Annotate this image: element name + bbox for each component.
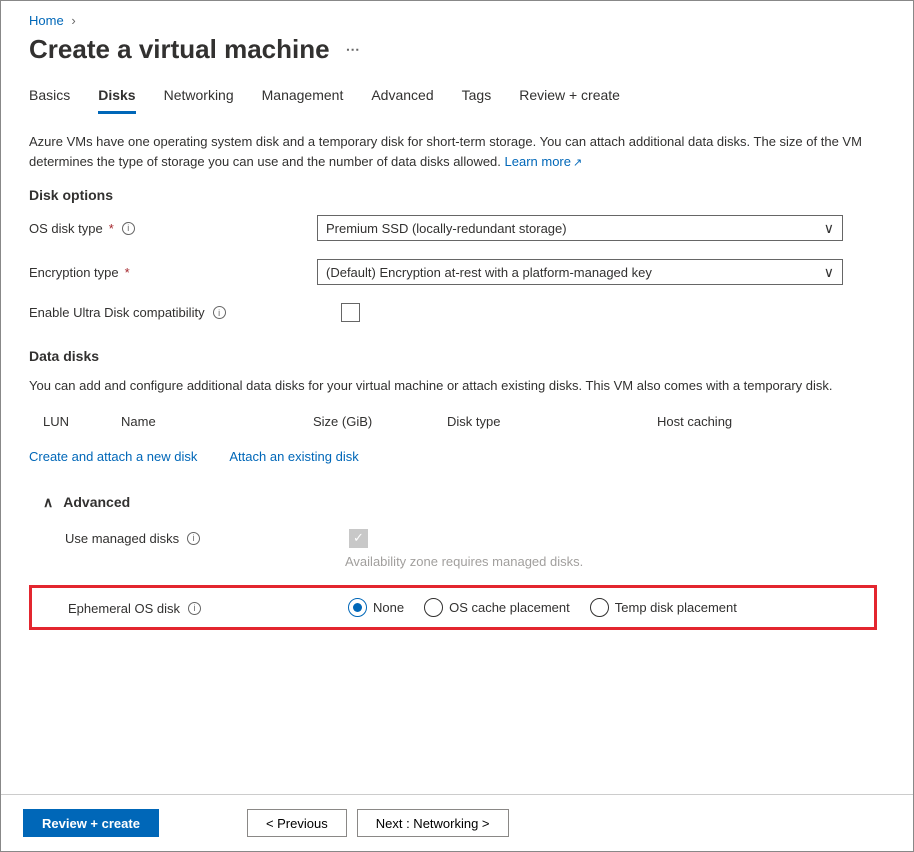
ephemeral-radio-temp[interactable]: Temp disk placement — [590, 598, 737, 617]
col-name: Name — [121, 414, 313, 429]
tab-tags[interactable]: Tags — [462, 83, 492, 114]
create-disk-link[interactable]: Create and attach a new disk — [29, 449, 197, 464]
tab-basics[interactable]: Basics — [29, 83, 70, 114]
ultra-disk-row: Enable Ultra Disk compatibility i — [29, 303, 885, 322]
page-title-text: Create a virtual machine — [29, 34, 330, 65]
ephemeral-radio-group: None OS cache placement Temp disk placem… — [348, 598, 737, 617]
tab-review[interactable]: Review + create — [519, 83, 620, 114]
tab-networking[interactable]: Networking — [164, 83, 234, 114]
advanced-heading-text: Advanced — [63, 494, 130, 510]
previous-button[interactable]: < Previous — [247, 809, 347, 837]
col-size: Size (GiB) — [313, 414, 447, 429]
next-button[interactable]: Next : Networking > — [357, 809, 509, 837]
tab-advanced[interactable]: Advanced — [371, 83, 433, 114]
encryption-type-select[interactable]: (Default) Encryption at-rest with a plat… — [317, 259, 843, 285]
attach-disk-link[interactable]: Attach an existing disk — [229, 449, 358, 464]
radio-icon — [348, 598, 367, 617]
radio-icon — [424, 598, 443, 617]
info-icon[interactable]: i — [187, 532, 200, 545]
learn-more-link[interactable]: Learn more↗ — [505, 154, 583, 169]
chevron-down-icon: ∨ — [824, 220, 834, 237]
breadcrumb-home[interactable]: Home — [29, 13, 64, 28]
chevron-up-icon: ∧ — [43, 494, 53, 511]
info-icon[interactable]: i — [122, 222, 135, 235]
use-managed-disks-row: Use managed disks i ✓ Availability zone … — [29, 529, 885, 569]
radio-icon — [590, 598, 609, 617]
intro-body: Azure VMs have one operating system disk… — [29, 134, 862, 169]
use-managed-disks-checkbox: ✓ — [349, 529, 368, 548]
ultra-disk-checkbox[interactable] — [341, 303, 360, 322]
use-managed-disks-label: Use managed disks i — [65, 529, 345, 546]
tab-bar: Basics Disks Networking Management Advan… — [29, 83, 885, 114]
intro-text: Azure VMs have one operating system disk… — [29, 132, 885, 171]
col-type: Disk type — [447, 414, 657, 429]
external-link-icon: ↗ — [573, 157, 582, 169]
advanced-toggle[interactable]: ∧ Advanced — [29, 494, 885, 511]
os-disk-type-value: Premium SSD (locally-redundant storage) — [326, 221, 567, 236]
data-disks-heading: Data disks — [29, 348, 885, 364]
data-disks-table-header: LUN Name Size (GiB) Disk type Host cachi… — [29, 408, 885, 435]
ephemeral-radio-os-cache[interactable]: OS cache placement — [424, 598, 570, 617]
radio-label: OS cache placement — [449, 600, 570, 615]
col-lun: LUN — [29, 414, 121, 429]
tab-management[interactable]: Management — [262, 83, 344, 114]
os-disk-type-select[interactable]: Premium SSD (locally-redundant storage) … — [317, 215, 843, 241]
tab-disks[interactable]: Disks — [98, 83, 135, 114]
os-disk-type-label: OS disk type* i — [29, 221, 317, 236]
managed-disks-note: Availability zone requires managed disks… — [345, 554, 885, 569]
encryption-type-value: (Default) Encryption at-rest with a plat… — [326, 265, 652, 280]
encryption-type-row: Encryption type* (Default) Encryption at… — [29, 259, 885, 285]
ultra-disk-label: Enable Ultra Disk compatibility i — [29, 305, 317, 320]
col-cache: Host caching — [657, 414, 885, 429]
review-create-button[interactable]: Review + create — [23, 809, 159, 837]
advanced-section: ∧ Advanced Use managed disks i ✓ Availab… — [29, 494, 885, 630]
ephemeral-os-disk-highlight: Ephemeral OS disk i None OS cache placem… — [29, 585, 877, 630]
data-disks-desc: You can add and configure additional dat… — [29, 376, 885, 396]
os-disk-type-row: OS disk type* i Premium SSD (locally-red… — [29, 215, 885, 241]
encryption-type-label: Encryption type* — [29, 265, 317, 280]
more-icon[interactable]: ⋯ — [346, 41, 362, 58]
wizard-footer: Review + create < Previous Next : Networ… — [1, 794, 913, 851]
ephemeral-radio-none[interactable]: None — [348, 598, 404, 617]
chevron-down-icon: ∨ — [824, 264, 834, 281]
info-icon[interactable]: i — [188, 602, 201, 615]
page-title: Create a virtual machine ⋯ — [29, 34, 885, 65]
data-disk-actions: Create and attach a new disk Attach an e… — [29, 449, 885, 464]
info-icon[interactable]: i — [213, 306, 226, 319]
ephemeral-os-disk-label: Ephemeral OS disk i — [68, 599, 348, 616]
radio-label: None — [373, 600, 404, 615]
chevron-right-icon: › — [71, 13, 75, 28]
radio-label: Temp disk placement — [615, 600, 737, 615]
breadcrumb: Home › — [29, 13, 885, 28]
disk-options-heading: Disk options — [29, 187, 885, 203]
